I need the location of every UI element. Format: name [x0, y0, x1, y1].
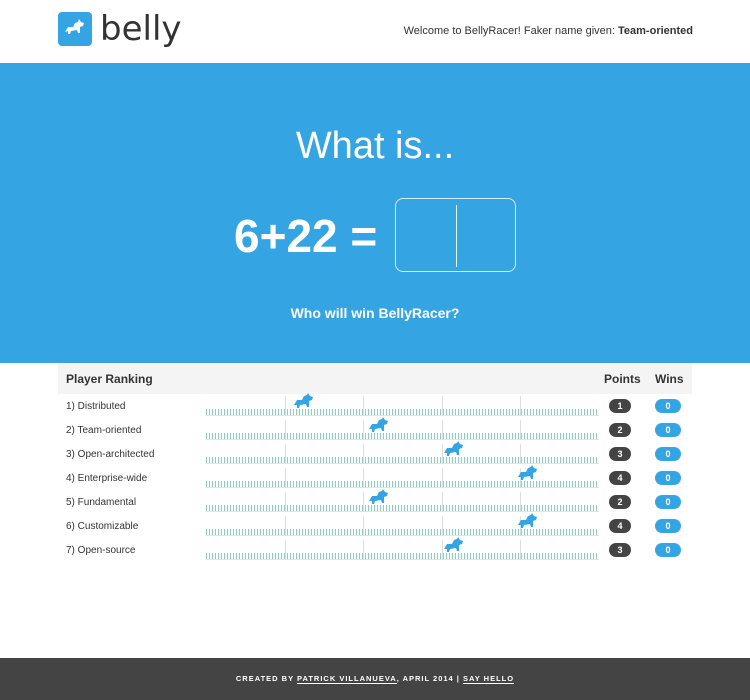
footer: CREATED BY PATRICK VILLANUEVA, APRIL 201…	[0, 658, 750, 700]
race-track	[206, 489, 599, 512]
grass-strip	[206, 505, 599, 511]
grass-strip	[206, 481, 599, 487]
player-name-label: 3) Open-architected	[66, 449, 155, 460]
player-name-label: 6) Customizable	[66, 521, 139, 532]
points-badge: 2	[609, 423, 631, 437]
answer-input[interactable]	[395, 198, 516, 272]
wins-badge: 0	[655, 399, 681, 413]
player-name-label: 5) Fundamental	[66, 497, 137, 508]
grass-strip	[206, 433, 599, 439]
grass-strip	[206, 529, 599, 535]
track-marker	[520, 420, 521, 440]
track-marker	[285, 492, 286, 512]
say-hello-link[interactable]: SAY HELLO	[463, 674, 515, 684]
track-marker	[520, 444, 521, 464]
player-row: 3) Open-architected 3 0	[58, 441, 692, 466]
race-track	[206, 513, 599, 536]
wins-badge: 0	[655, 447, 681, 461]
dog-runner-icon	[517, 465, 539, 483]
player-row: 1) Distributed 1 0	[58, 393, 692, 418]
track-marker	[363, 420, 364, 440]
ranking-header: Player Ranking Points Wins	[58, 363, 692, 394]
welcome-message: Welcome to BellyRacer! Faker name given:…	[404, 25, 693, 37]
belly-logo-icon[interactable]	[58, 12, 92, 46]
player-row: 5) Fundamental 2 0	[58, 489, 692, 514]
track-marker	[442, 468, 443, 488]
race-track	[206, 393, 599, 416]
player-name: Team-oriented	[618, 25, 693, 37]
wins-badge: 0	[655, 543, 681, 557]
header: belly Welcome to BellyRacer! Faker name …	[0, 0, 750, 63]
player-name-label: 2) Team-oriented	[66, 425, 142, 436]
dog-runner-icon	[368, 417, 390, 435]
track-marker	[285, 420, 286, 440]
track-marker	[363, 468, 364, 488]
points-badge: 4	[609, 471, 631, 485]
text-cursor	[456, 205, 457, 267]
player-row: 7) Open-source 3 0	[58, 537, 692, 562]
footer-prefix: CREATED BY	[235, 674, 298, 683]
race-track	[206, 417, 599, 440]
math-equation: 6+22 =	[234, 210, 378, 262]
track-marker	[442, 516, 443, 536]
player-name-label: 1) Distributed	[66, 401, 126, 412]
player-name-label: 7) Open-source	[66, 545, 136, 556]
track-marker	[363, 444, 364, 464]
points-badge: 1	[609, 399, 631, 413]
player-name-label: 4) Enterprise-wide	[66, 473, 148, 484]
player-row: 4) Enterprise-wide 4 0	[58, 465, 692, 490]
track-marker	[285, 396, 286, 416]
track-marker	[442, 420, 443, 440]
race-track	[206, 441, 599, 464]
grass-strip	[206, 457, 599, 463]
author-link[interactable]: PATRICK VILLANUEVA	[297, 674, 397, 684]
dog-runner-icon	[293, 393, 315, 411]
track-marker	[363, 516, 364, 536]
track-marker	[520, 492, 521, 512]
track-marker	[442, 492, 443, 512]
dog-runner-icon	[443, 537, 465, 555]
question-title: What is...	[295, 125, 455, 167]
points-badge: 3	[609, 447, 631, 461]
footer-date: , APRIL 2014 |	[396, 674, 463, 683]
player-row: 2) Team-oriented 2 0	[58, 417, 692, 442]
dog-runner-icon	[368, 489, 390, 507]
welcome-prefix: Welcome to BellyRacer! Faker name given:	[403, 25, 619, 37]
player-row: 6) Customizable 4 0	[58, 513, 692, 538]
points-column-header: Points	[604, 372, 641, 386]
track-marker	[363, 492, 364, 512]
points-badge: 2	[609, 495, 631, 509]
race-track	[206, 537, 599, 560]
ranking-rows: 1) Distributed 1 0 2) Team-oriented 2 0 3) Ope…	[58, 393, 692, 562]
player-ranking-table: Player Ranking Points Wins 1) Distribute…	[58, 363, 692, 562]
wins-badge: 0	[655, 519, 681, 533]
dog-runner-icon	[517, 513, 539, 531]
race-track	[206, 465, 599, 488]
track-marker	[285, 540, 286, 560]
ranking-title: Player Ranking	[66, 372, 153, 386]
track-marker	[520, 396, 521, 416]
wins-badge: 0	[655, 471, 681, 485]
quiz-panel: What is... 6+22 = Who will win BellyRace…	[0, 63, 750, 363]
logo-text[interactable]: belly	[100, 9, 182, 49]
track-marker	[285, 444, 286, 464]
track-marker	[520, 540, 521, 560]
dog-runner-icon	[443, 441, 465, 459]
wins-column-header: Wins	[655, 372, 684, 386]
wins-badge: 0	[655, 495, 681, 509]
grass-strip	[206, 409, 599, 415]
wins-badge: 0	[655, 423, 681, 437]
track-marker	[363, 540, 364, 560]
track-marker	[442, 396, 443, 416]
race-subtitle: Who will win BellyRacer?	[290, 305, 460, 321]
track-marker	[285, 468, 286, 488]
track-marker	[363, 396, 364, 416]
track-marker	[285, 516, 286, 536]
grass-strip	[206, 553, 599, 559]
points-badge: 4	[609, 519, 631, 533]
points-badge: 3	[609, 543, 631, 557]
